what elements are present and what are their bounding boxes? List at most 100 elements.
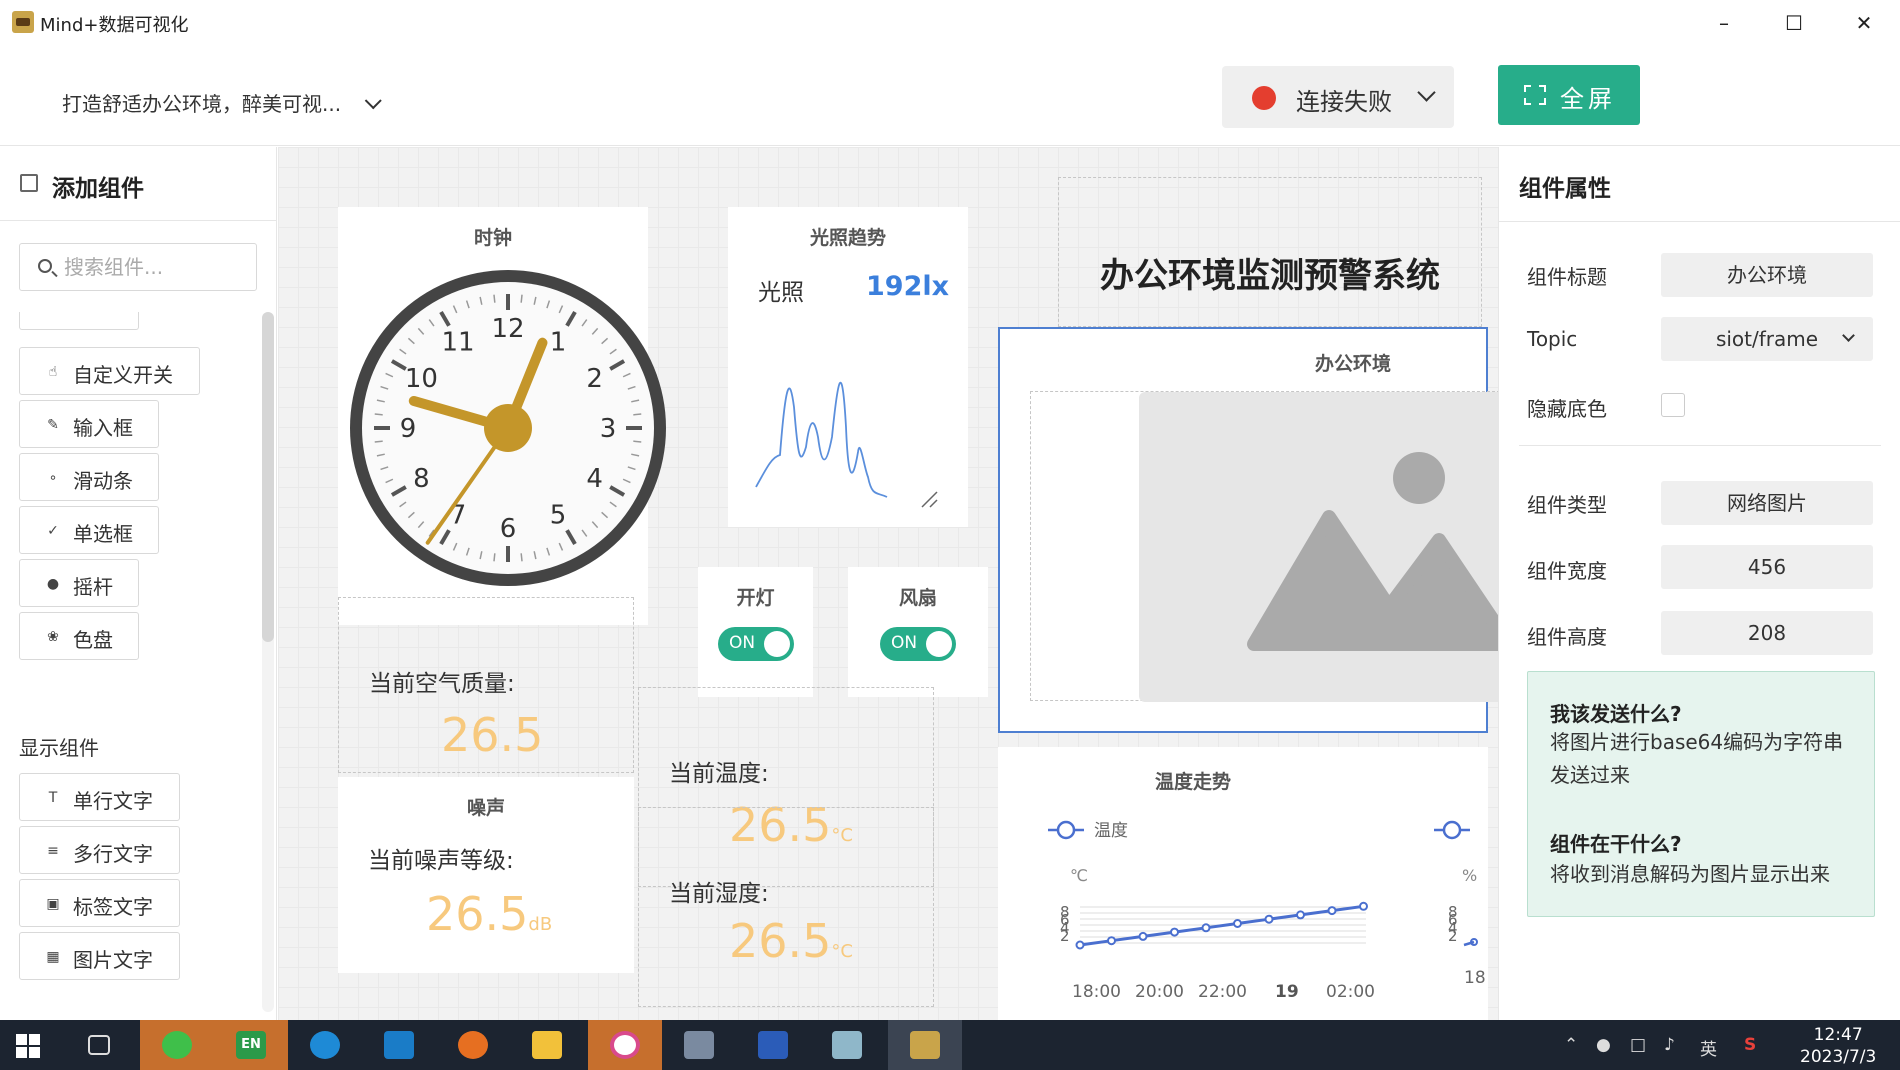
clock-number: 5 [550, 501, 567, 531]
humidity-label: 当前湿度: [669, 881, 769, 907]
display-section-label: 显示组件 [19, 736, 99, 760]
component-item-image-text[interactable]: ▦ 图片文字 [19, 932, 180, 980]
header-text: 办公环境监测预警系统 [1100, 256, 1440, 296]
component-panel-title: 添加组件 [52, 176, 144, 202]
tray-chevron-up-icon[interactable]: ⌃ [1564, 1035, 1578, 1055]
chevron-down-icon [1417, 83, 1436, 102]
component-item-palette[interactable]: ❀ 色盘 [19, 612, 139, 660]
clock-number: 12 [491, 314, 524, 344]
component-item-tag-text[interactable]: ▣ 标签文字 [19, 879, 180, 927]
component-item-slider[interactable]: ∘ 滑动条 [19, 453, 159, 501]
properties-divider-2 [1519, 445, 1881, 446]
network-icon[interactable]: □ [1630, 1035, 1646, 1055]
sogou-icon[interactable]: S [1744, 1035, 1756, 1055]
light-switch[interactable]: ON [718, 627, 794, 661]
component-item-single-text[interactable]: T 单行文字 [19, 773, 180, 821]
taskbar-explorer[interactable] [510, 1020, 584, 1070]
connection-status-label: 连接失败 [1296, 88, 1392, 116]
lang-en-icon: EN [236, 1031, 266, 1059]
fullscreen-label: 全屏 [1560, 85, 1616, 113]
palette-icon: ❀ [47, 629, 59, 645]
component-item-multi-text[interactable]: ≡ 多行文字 [19, 826, 180, 874]
air-quality-widget[interactable]: 当前空气质量: 26.5 [338, 597, 634, 773]
prop-type-value: 网络图片 [1661, 481, 1873, 525]
taskbar-palette-app[interactable] [588, 1020, 662, 1070]
component-item-radio[interactable]: ✓ 单选框 [19, 506, 159, 554]
clock-minor-tick [374, 440, 383, 443]
task-view-button[interactable] [62, 1020, 136, 1070]
temp-trend-widget[interactable]: 温度走势 温度 ℃ % 8 6 4 2 8 6 4 2 18:00 20:00 [998, 747, 1488, 1020]
component-item-switch[interactable]: ☝ 自定义开关 [19, 347, 200, 395]
prop-width-input[interactable]: 456 [1661, 545, 1873, 589]
chevron-down-icon [1842, 329, 1855, 342]
clock-minor-tick [520, 294, 523, 303]
clock-center-cap [484, 404, 532, 452]
panel-scrollbar[interactable] [262, 312, 274, 642]
component-item-partial[interactable] [19, 312, 139, 330]
light-trend-widget[interactable]: 光照趋势 光照 192lx [728, 207, 968, 527]
taskbar-word[interactable] [736, 1020, 810, 1070]
hand-icon: ☝ [48, 364, 58, 380]
noise-value-group: 26.5dB [426, 887, 552, 941]
taskbar-remote[interactable] [662, 1020, 736, 1070]
clock-widget[interactable]: 时钟 12 1 2 3 4 5 6 7 8 9 10 11 [338, 207, 666, 625]
image-area [1030, 391, 1498, 702]
component-item-input[interactable]: ✎ 输入框 [19, 400, 159, 448]
tray-date: 2023/7/3 [1800, 1047, 1877, 1067]
header-text-widget[interactable]: 办公环境监测预警系统 [1058, 177, 1482, 327]
hide-bg-checkbox[interactable] [1661, 393, 1685, 417]
firefox-icon [458, 1031, 488, 1059]
taskbar-notes[interactable] [810, 1020, 884, 1070]
prop-label-width: 组件宽度 [1527, 559, 1607, 583]
taskbar-vscode[interactable] [362, 1020, 436, 1070]
prop-label-title: 组件标题 [1527, 265, 1607, 289]
prop-title-input[interactable]: 办公环境 [1661, 253, 1873, 297]
image-widget[interactable]: 办公环境 [998, 327, 1498, 733]
minimize-button[interactable]: – [1704, 8, 1744, 38]
component-item-joystick[interactable]: ● 摇杆 [19, 559, 139, 607]
clock-date[interactable]: 12:47 2023/7/3 [1800, 1024, 1876, 1068]
taskbar-wechat[interactable] [140, 1020, 214, 1070]
search-input[interactable] [64, 252, 244, 282]
taskbar-en[interactable]: EN [214, 1020, 288, 1070]
chevron-down-icon [364, 92, 382, 110]
temp-series-point [1264, 914, 1274, 924]
remote-desktop-icon [684, 1031, 714, 1059]
light-value: 192lx [866, 271, 950, 302]
light-toggle-title: 开灯 [736, 587, 775, 609]
fullscreen-button[interactable]: 全屏 [1498, 65, 1640, 125]
noise-title: 噪声 [466, 797, 505, 819]
qq-icon[interactable]: ● [1596, 1035, 1611, 1055]
component-search[interactable] [19, 243, 257, 291]
volume-icon[interactable]: ♪ [1664, 1035, 1675, 1055]
component-label: 多行文字 [73, 842, 153, 866]
close-button[interactable]: ✕ [1844, 8, 1884, 38]
globe-icon [310, 1031, 340, 1059]
help-answer-2: 将收到消息解码为图片显示出来 [1550, 862, 1830, 886]
connection-status-button[interactable]: 连接失败 [1222, 66, 1454, 128]
clock-number: 3 [600, 414, 617, 444]
humidity-widget[interactable]: 当前湿度: 26.5°C [638, 807, 934, 1007]
taskbar-app-blue[interactable] [288, 1020, 362, 1070]
light-toggle-widget[interactable]: 开灯 ON [698, 567, 813, 697]
prop-label-type: 组件类型 [1527, 493, 1607, 517]
prop-topic-select[interactable]: siot/frame [1661, 317, 1873, 361]
switch-knob [764, 631, 790, 657]
humidity-unit: °C [831, 941, 853, 962]
properties-title: 组件属性 [1519, 176, 1611, 202]
component-label: 自定义开关 [73, 363, 173, 387]
fan-switch[interactable]: ON [880, 627, 956, 661]
maximize-button[interactable]: ☐ [1774, 8, 1814, 38]
ime-indicator[interactable]: 英 [1700, 1035, 1717, 1060]
project-dropdown[interactable]: 打造舒适办公环境，醉美可视... [62, 88, 382, 117]
component-label: 滑动条 [73, 469, 133, 493]
properties-panel: 组件属性 组件标题 办公环境 Topic siot/frame 隐藏底色 组件类… [1498, 147, 1900, 1020]
taskbar-firefox[interactable] [436, 1020, 510, 1070]
noise-widget[interactable]: 噪声 当前噪声等级: 26.5dB [338, 777, 634, 973]
fan-toggle-widget[interactable]: 风扇 ON [848, 567, 988, 697]
prop-height-input[interactable]: 208 [1661, 611, 1873, 655]
design-canvas[interactable]: 时钟 12 1 2 3 4 5 6 7 8 9 10 11 光照趋势 光照 192lx 开灯 ON 风… [278, 147, 1498, 1020]
prop-label-height: 组件高度 [1527, 625, 1607, 649]
component-label: 单选框 [73, 522, 133, 546]
taskbar-mind[interactable] [888, 1020, 962, 1070]
